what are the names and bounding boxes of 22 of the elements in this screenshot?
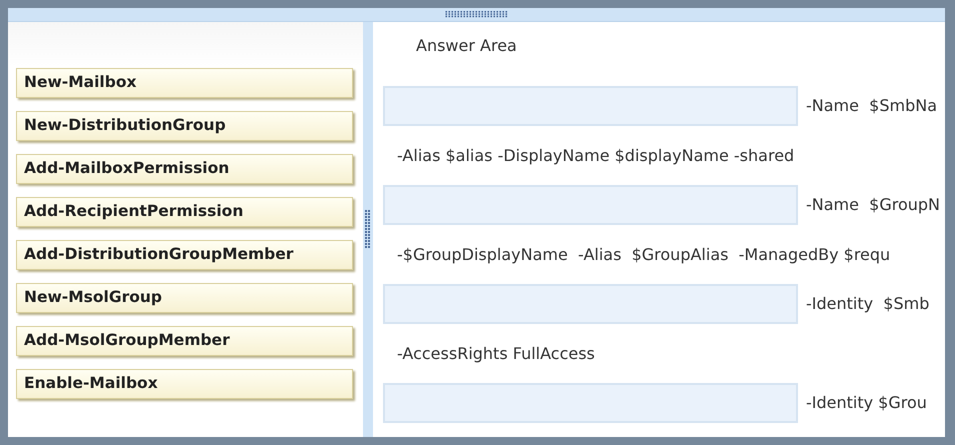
command-text: -Identity $Smb [806,293,930,315]
grip-icon[interactable] [365,210,371,250]
answer-area-title: Answer Area [416,36,517,55]
grip-icon[interactable] [444,11,508,18]
command-tile[interactable]: Add-DistributionGroupMember [16,240,353,270]
command-tile[interactable]: Enable-Mailbox [16,369,353,399]
command-text: -Name $SmbNa [806,95,937,117]
command-tile[interactable]: Add-RecipientPermission [16,197,353,227]
command-tile[interactable]: Add-MsolGroupMember [16,326,353,356]
command-text: -AccessRights FullAccess [397,342,595,364]
drop-field[interactable] [383,383,798,423]
command-tile[interactable]: New-DistributionGroup [16,111,353,141]
command-text: -Identity $Grou [806,392,927,414]
command-text: -Alias $alias -DisplayName $displayName -shared [397,144,794,166]
command-tile[interactable]: New-Mailbox [16,68,353,98]
drop-field[interactable] [383,185,798,225]
command-text: -Name $GroupN [806,194,940,216]
command-tile[interactable]: New-MsolGroup [16,283,353,313]
command-tile[interactable]: Add-MailboxPermission [16,154,353,184]
command-text: -$GroupDisplayName -Alias $GroupAlias -ManagedBy $requ [397,244,890,266]
drop-field[interactable] [383,86,798,126]
drop-field[interactable] [383,284,798,324]
